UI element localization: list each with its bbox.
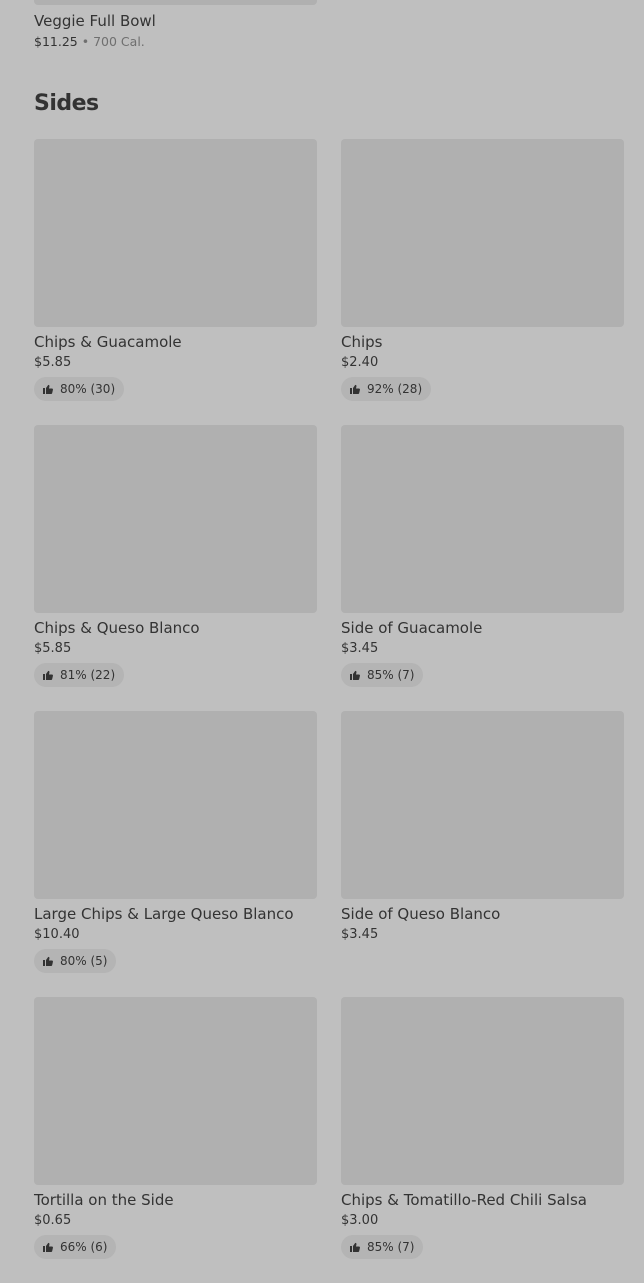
menu-item-card[interactable]: Chips & Queso Blanco $5.85 81% (22) [34, 425, 317, 711]
menu-item-card[interactable]: Chips & Tomatillo-Red Chili Salsa $3.00 … [341, 997, 624, 1283]
menu-item-image[interactable] [34, 0, 317, 5]
thumbs-up-icon [350, 384, 360, 394]
rating-badge: 80% (5) [34, 949, 117, 973]
menu-item-image[interactable] [34, 711, 317, 899]
menu-item-name: Side of Queso Blanco [341, 905, 501, 923]
rating-badge: 80% (30) [34, 377, 125, 401]
menu-item-price: $3.45 [341, 927, 379, 942]
rating-badge: 85% (7) [341, 1235, 424, 1259]
rating-text: 80% (30) [60, 382, 116, 396]
menu-item-name: Side of Guacamole [341, 619, 483, 637]
menu-item-card[interactable]: Tortilla on the Side $0.65 66% (6) [34, 997, 317, 1283]
menu-item-name: Tortilla on the Side [34, 1191, 174, 1209]
menu-item-name: Large Chips & Large Queso Blanco [34, 905, 294, 923]
rating-badge: 92% (28) [341, 377, 432, 401]
menu-item-name: Chips & Tomatillo-Red Chili Salsa [341, 1191, 587, 1209]
menu-item-card[interactable]: Side of Queso Blanco $3.45 [341, 711, 624, 997]
menu-item-price: $0.65 [34, 1213, 72, 1228]
rating-text: 81% (22) [60, 668, 116, 682]
thumbs-up-icon [43, 384, 53, 394]
menu-item-card[interactable]: Chips & Guacamole $5.85 80% (30) [34, 139, 317, 425]
menu-item-price: $2.40 [341, 355, 379, 370]
rating-badge: 81% (22) [34, 663, 125, 687]
menu-item-calories: 700 Cal. [93, 34, 145, 49]
section-title: Sides [34, 91, 99, 116]
menu-item-veggie-full-bowl[interactable]: Veggie Full Bowl $11.25 • 700 Cal. [34, 0, 317, 50]
menu-item-image[interactable] [341, 139, 624, 327]
rating-text: 85% (7) [367, 668, 415, 682]
rating-text: 66% (6) [60, 1240, 108, 1254]
menu-item-name: Chips [341, 333, 383, 351]
menu-item-card[interactable]: Side of Guacamole $3.45 85% (7) [341, 425, 624, 711]
menu-item-name: Chips & Queso Blanco [34, 619, 200, 637]
rating-text: 92% (28) [367, 382, 423, 396]
menu-item-image[interactable] [34, 425, 317, 613]
rating-badge: 66% (6) [34, 1235, 117, 1259]
menu-item-card[interactable]: Chips $2.40 92% (28) [341, 139, 624, 425]
menu-item-card[interactable]: Large Chips & Large Queso Blanco $10.40 … [34, 711, 317, 997]
menu-item-price: $10.40 [34, 927, 80, 942]
thumbs-up-icon [43, 1242, 53, 1252]
rating-text: 80% (5) [60, 954, 108, 968]
menu-item-image[interactable] [341, 997, 624, 1185]
menu-item-image[interactable] [34, 139, 317, 327]
menu-item-name: Chips & Guacamole [34, 333, 182, 351]
thumbs-up-icon [350, 670, 360, 680]
menu-item-price: $5.85 [34, 641, 72, 656]
thumbs-up-icon [43, 670, 53, 680]
menu-item-name: Veggie Full Bowl [34, 12, 156, 30]
menu-item-price: $11.25 [34, 34, 78, 49]
menu-item-image[interactable] [341, 425, 624, 613]
thumbs-up-icon [43, 956, 53, 966]
rating-badge: 85% (7) [341, 663, 424, 687]
menu-item-image[interactable] [341, 711, 624, 899]
meta-separator: • [81, 34, 90, 49]
sides-grid: Chips & Guacamole $5.85 80% (30) Chips $… [34, 139, 624, 1283]
menu-page: Veggie Full Bowl $11.25 • 700 Cal. Sides… [0, 0, 644, 1283]
menu-item-image[interactable] [34, 997, 317, 1185]
menu-item-price: $3.45 [341, 641, 379, 656]
thumbs-up-icon [350, 1242, 360, 1252]
rating-text: 85% (7) [367, 1240, 415, 1254]
menu-item-price: $3.00 [341, 1213, 379, 1228]
menu-item-meta: $11.25 • 700 Cal. [34, 34, 317, 50]
menu-item-price: $5.85 [34, 355, 72, 370]
